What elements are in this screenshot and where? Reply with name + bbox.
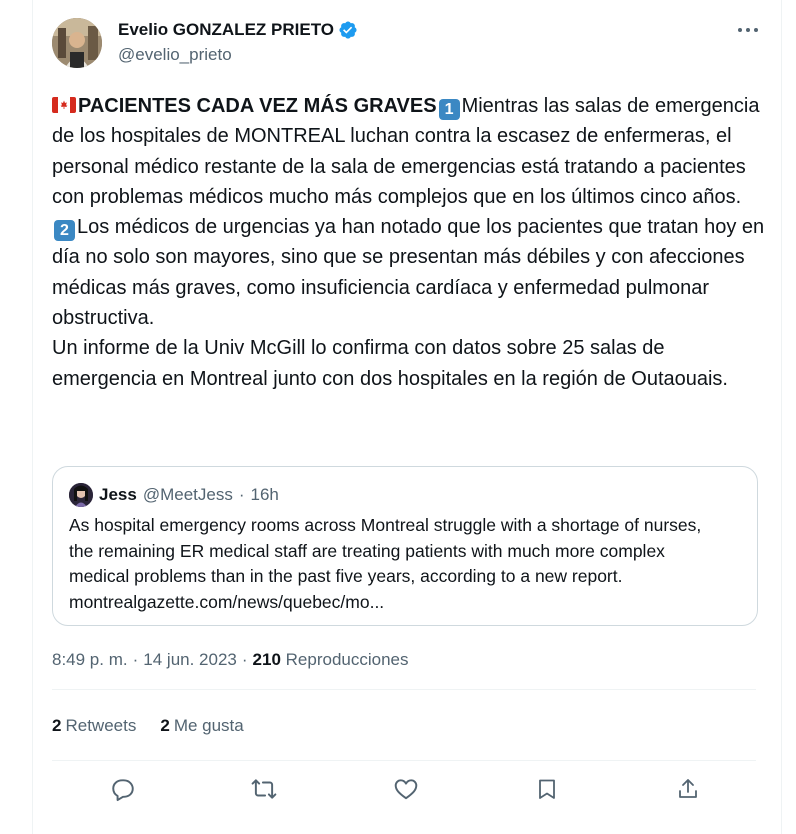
tweet-time[interactable]: 8:49 p. m. xyxy=(52,650,128,670)
share-icon[interactable] xyxy=(669,770,707,808)
quoted-tweet-text: As hospital emergency rooms across Montr… xyxy=(69,515,702,612)
engagement-stats: 2 Retweets 2 Me gusta xyxy=(52,716,244,736)
tweet-part-3: Un informe de la Univ McGill lo confirma… xyxy=(52,337,728,390)
quoted-author-avatar xyxy=(69,483,93,507)
keycap-one-icon: 1 xyxy=(438,99,460,120)
bookmark-icon[interactable] xyxy=(528,770,566,808)
retweet-icon[interactable] xyxy=(245,770,283,808)
tweet-text: PACIENTES CADA VEZ MÁS GRAVES 1 Mientras l… xyxy=(52,91,772,394)
reply-icon[interactable] xyxy=(104,770,142,808)
likes-label: Me gusta xyxy=(173,716,244,735)
tweet-metadata: 8:49 p. m. · 14 jun. 2023 · 210 Reproduc… xyxy=(52,650,409,670)
divider xyxy=(52,689,756,690)
quoted-tweet-card[interactable]: Jess @MeetJess · 16h As hospital emergen… xyxy=(52,466,758,626)
like-icon[interactable] xyxy=(387,770,425,808)
author-name[interactable]: Evelio GONZALEZ PRIETO xyxy=(118,20,334,40)
tweet-part-2: Los médicos de urgencias ya han notado q… xyxy=(52,216,765,330)
likes-stat[interactable]: 2 Me gusta xyxy=(160,716,243,736)
quoted-tweet-header: Jess @MeetJess · 16h xyxy=(69,483,279,507)
meta-separator: · xyxy=(241,650,248,669)
retweets-stat[interactable]: 2 Retweets xyxy=(52,716,136,736)
tweet-date[interactable]: 14 jun. 2023 xyxy=(143,650,237,670)
author-avatar[interactable] xyxy=(52,18,102,68)
action-bar xyxy=(52,770,742,808)
author-handle[interactable]: @evelio_prieto xyxy=(118,45,232,65)
verified-badge-icon xyxy=(338,20,358,40)
quoted-separator: · xyxy=(238,485,245,504)
meta-separator: · xyxy=(132,650,139,669)
more-icon[interactable] xyxy=(736,20,760,40)
likes-count: 2 xyxy=(160,716,170,735)
canada-flag-icon xyxy=(52,97,76,113)
tweet-headline: PACIENTES CADA VEZ MÁS GRAVES xyxy=(78,95,437,117)
quoted-author-name[interactable]: Jess xyxy=(99,485,137,505)
divider xyxy=(52,760,756,761)
views-count: 210 xyxy=(252,650,281,669)
retweets-label: Retweets xyxy=(65,716,137,735)
author-name-row[interactable]: Evelio GONZALEZ PRIETO xyxy=(118,20,358,40)
quoted-author-handle[interactable]: @MeetJess xyxy=(143,485,233,505)
quoted-timestamp[interactable]: 16h xyxy=(251,485,279,505)
retweets-count: 2 xyxy=(52,716,62,735)
views-label: Reproducciones xyxy=(285,650,409,669)
keycap-two-icon: 2 xyxy=(54,220,75,242)
